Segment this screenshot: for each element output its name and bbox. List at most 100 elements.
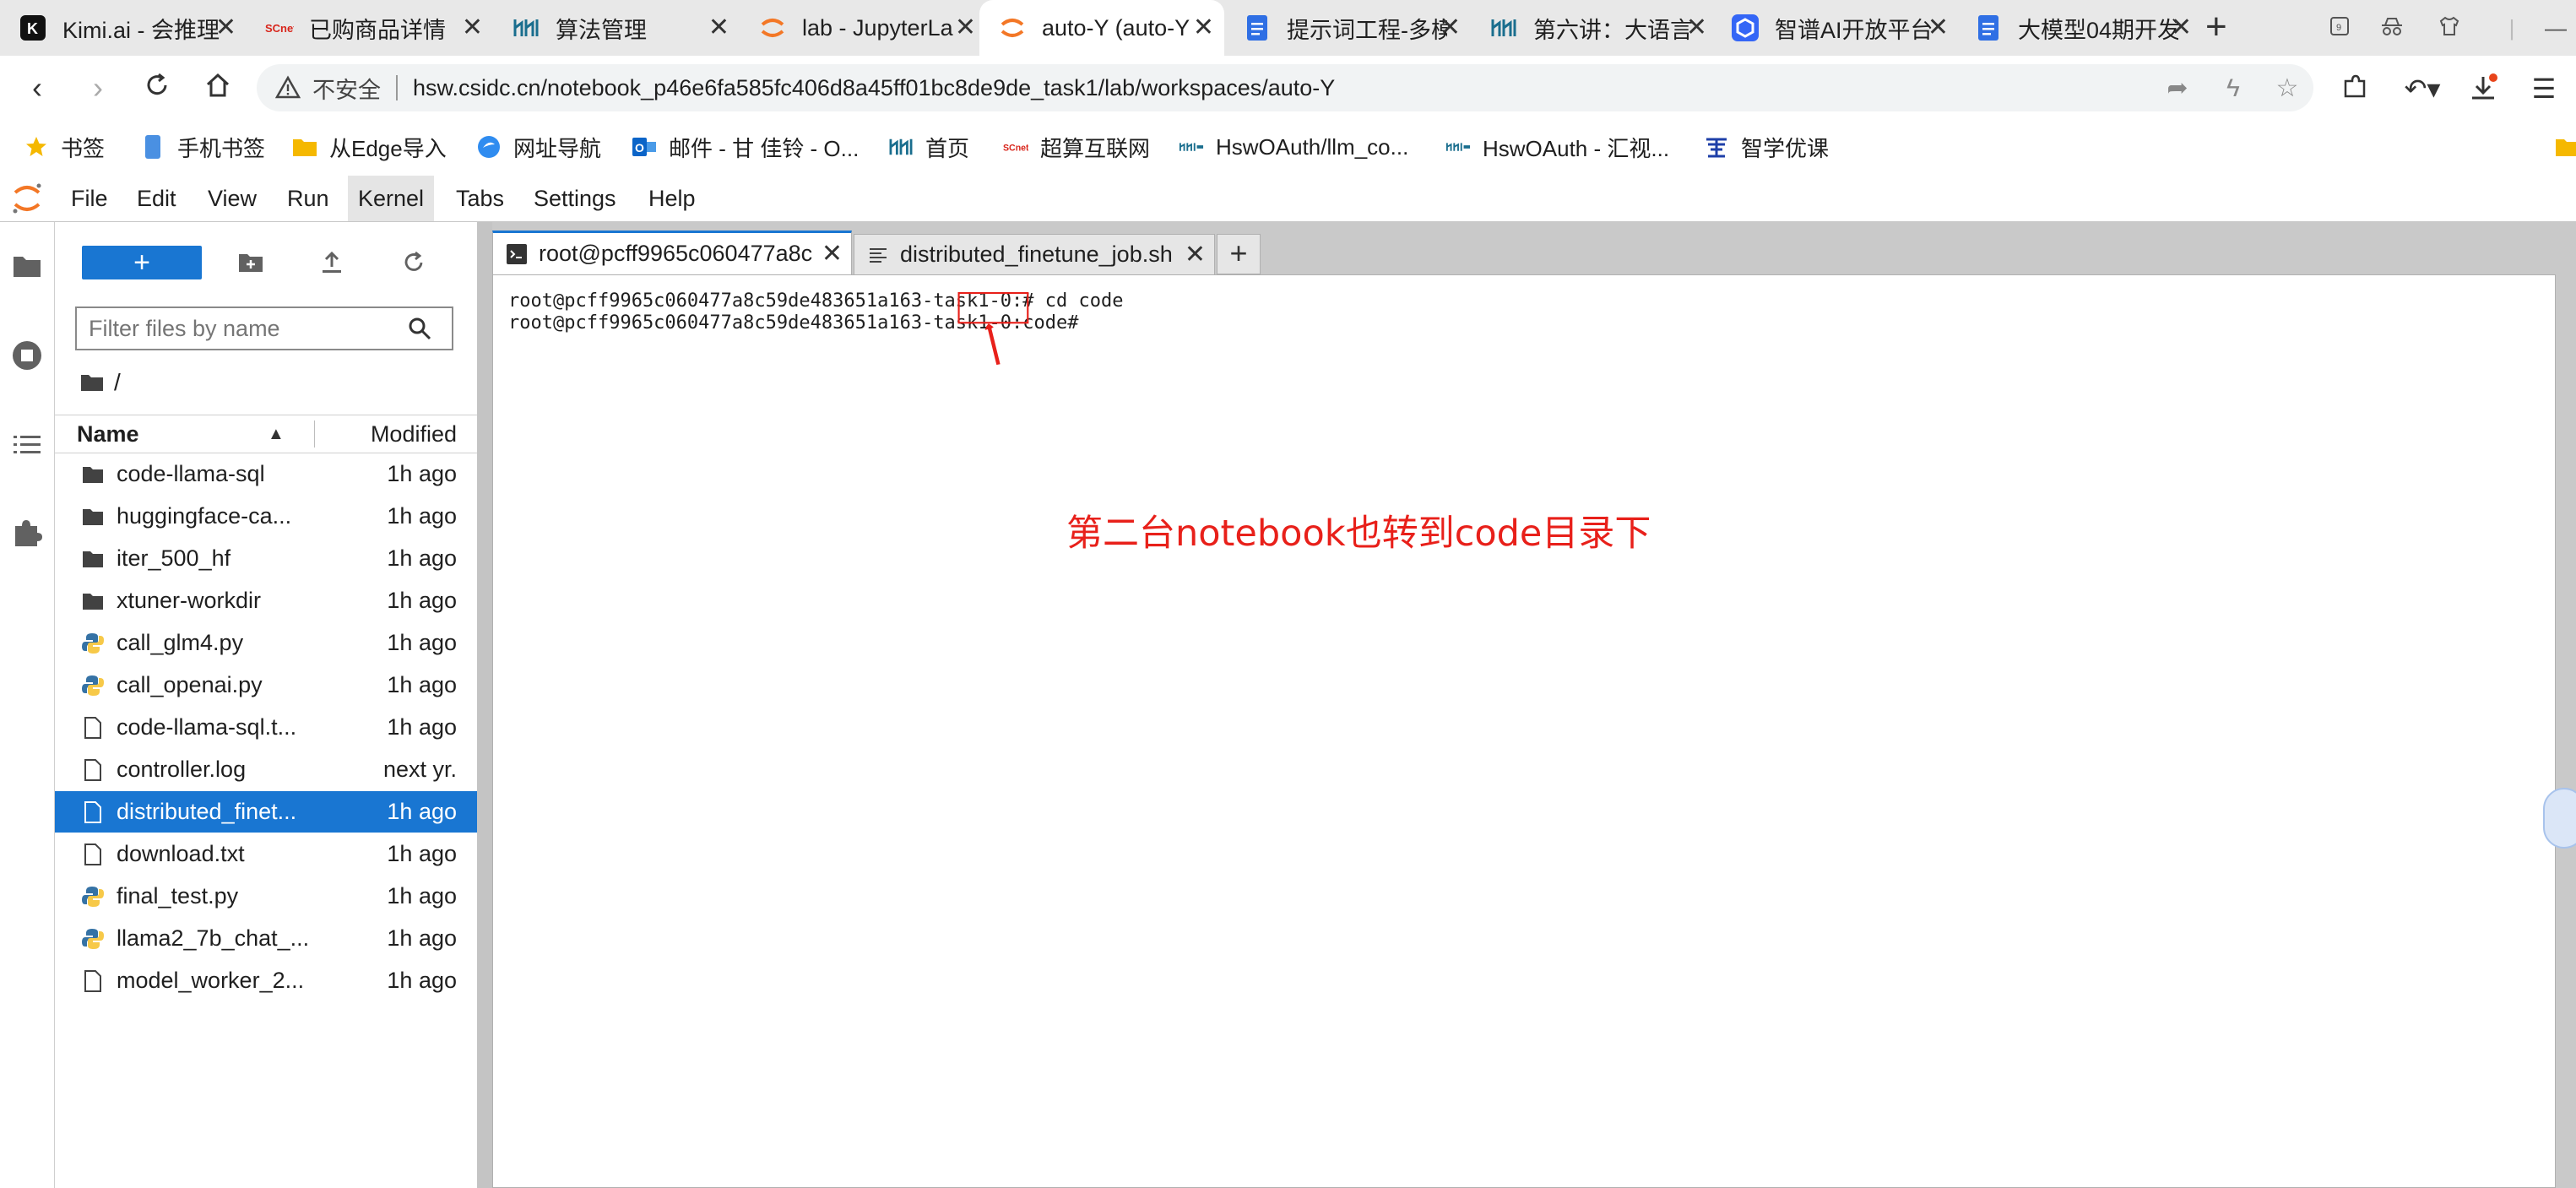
folder-icon — [82, 506, 104, 528]
tab-count-icon[interactable]: 9 — [2327, 15, 2352, 41]
column-name-header[interactable]: Name — [77, 415, 139, 453]
browser-tab-prompt[interactable]: 提示词工程-多模 ✕ — [1224, 0, 1471, 56]
close-icon[interactable]: ✕ — [215, 14, 236, 41]
address-bar[interactable]: 不安全 hsw.csidc.cn/notebook_p46e6fa585fc40… — [257, 64, 2313, 111]
bookmark-item[interactable]: HswOAuth/llm_co... — [1179, 130, 1408, 164]
close-icon[interactable]: ✕ — [1440, 14, 1461, 41]
browser-tab-lecture6[interactable]: 第六讲：大语言 ✕ — [1471, 0, 1717, 56]
close-icon[interactable]: ✕ — [1928, 14, 1949, 41]
sort-ascending-icon[interactable]: ▲ — [268, 415, 285, 453]
reload-icon[interactable] — [140, 71, 174, 105]
menu-settings[interactable]: Settings — [523, 176, 626, 221]
file-list-item[interactable]: xtuner-workdir 1h ago — [55, 580, 477, 621]
new-tab-button[interactable]: + — [2205, 8, 2227, 46]
search-icon[interactable] — [407, 316, 432, 341]
extensions-icon[interactable] — [2339, 73, 2371, 105]
incognito-icon[interactable] — [2379, 15, 2405, 41]
back-icon[interactable]: ‹ — [20, 71, 54, 105]
zhixue-icon — [1704, 134, 1729, 160]
warning-icon[interactable] — [274, 75, 301, 100]
edge-sidebar-handle[interactable] — [2543, 788, 2576, 849]
add-tab-button[interactable]: + — [1217, 234, 1261, 274]
close-icon[interactable]: ✕ — [822, 241, 843, 267]
more-bookmarks-folder-icon[interactable] — [2555, 130, 2576, 164]
bookmark-item[interactable]: 网址导航 — [476, 130, 601, 164]
menu-kernel[interactable]: Kernel — [348, 176, 435, 221]
bookmark-item[interactable]: HswOAuth - 汇视... — [1445, 130, 1669, 164]
file-list-item[interactable]: final_test.py 1h ago — [55, 876, 477, 917]
shirt-icon[interactable] — [2437, 15, 2462, 41]
file-list-item[interactable]: huggingface-ca... 1h ago — [55, 496, 477, 537]
scnet-icon: SCnet — [1003, 134, 1028, 160]
file-list-item[interactable]: distributed_finet... 1h ago — [55, 791, 477, 833]
bookmark-item[interactable]: 首页 — [888, 130, 969, 164]
terminal-view[interactable]: root@pcff9965c060477a8c59de483651a163-ta… — [492, 274, 2556, 1188]
file-list-item[interactable]: call_openai.py 1h ago — [55, 665, 477, 706]
new-launcher-button[interactable]: + — [82, 246, 202, 279]
bookmark-item[interactable]: 书签 — [24, 130, 105, 164]
file-list-item[interactable]: iter_500_hf 1h ago — [55, 538, 477, 579]
tab-distributed-finetune[interactable]: distributed_finetune_job.sh ✕ — [854, 234, 1215, 274]
menu-tabs[interactable]: Tabs — [446, 176, 514, 221]
menu-run[interactable]: Run — [277, 176, 339, 221]
filter-files-input[interactable] — [75, 306, 453, 350]
forward-icon[interactable]: › — [81, 71, 115, 105]
file-name: xtuner-workdir — [117, 588, 262, 613]
browser-tab-auto-y[interactable]: auto-Y (auto-Y ✕ — [979, 0, 1224, 56]
browser-tab-zhipu[interactable]: 智谱AI开放平台 ✕ — [1712, 0, 1959, 56]
close-icon[interactable]: ✕ — [1193, 14, 1214, 41]
file-list-item[interactable]: model_worker_2... 1h ago — [55, 960, 477, 1001]
file-list-item[interactable]: download.txt 1h ago — [55, 833, 477, 875]
upload-icon[interactable] — [315, 246, 349, 279]
url-text[interactable]: hsw.csidc.cn/notebook_p46e6fa585fc406d8a… — [413, 75, 1335, 101]
folder-icon[interactable] — [8, 247, 46, 285]
close-icon[interactable]: ✕ — [1686, 14, 1707, 41]
jupyter-logo-icon — [10, 181, 44, 216]
home-icon[interactable] — [201, 71, 235, 105]
tab-terminal-title: root@pcff9965c060477a8c — [539, 241, 813, 266]
close-icon[interactable]: ✕ — [462, 14, 483, 41]
bookmark-label: 首页 — [925, 135, 970, 161]
close-icon[interactable]: ✕ — [955, 14, 976, 41]
browser-tab-scnet[interactable]: SCnet 已购商品详情 ✕ — [247, 0, 493, 56]
menu-icon[interactable]: ☰ — [2528, 73, 2560, 105]
bookmark-item[interactable]: 从Edge导入 — [292, 130, 447, 164]
breadcrumb[interactable]: / — [80, 366, 121, 399]
panel-splitter[interactable] — [477, 222, 492, 1188]
bookmark-item[interactable]: 手机书签 — [140, 130, 265, 164]
browser-tab-jupyterlab[interactable]: lab - JupyterLa ✕ — [740, 0, 986, 56]
minimize-icon[interactable]: — — [2543, 15, 2568, 41]
bookmark-item[interactable]: 智学优课 — [1704, 130, 1829, 164]
menu-help[interactable]: Help — [638, 176, 706, 221]
bookmark-item[interactable]: SCnet 超算互联网 — [1003, 130, 1150, 164]
tab-terminal[interactable]: root@pcff9965c060477a8c ✕ — [492, 231, 852, 274]
file-list-item[interactable]: code-llama-sql.t... 1h ago — [55, 707, 477, 748]
menu-file[interactable]: File — [61, 176, 118, 221]
close-icon[interactable]: ✕ — [1185, 241, 1206, 268]
file-list-item[interactable]: code-llama-sql 1h ago — [55, 453, 477, 495]
browser-tab-algo[interactable]: 算法管理 ✕ — [493, 0, 740, 56]
file-name: iter_500_hf — [117, 545, 231, 571]
star-icon[interactable]: ☆ — [2273, 74, 2302, 103]
close-icon[interactable]: ✕ — [2171, 14, 2192, 41]
table-of-contents-icon[interactable] — [8, 426, 46, 464]
browser-tab-llm04[interactable]: 大模型04期开发 ✕ — [1955, 0, 2202, 56]
file-list-item[interactable]: controller.log next yr. — [55, 749, 477, 790]
lightning-icon[interactable]: ϟ — [2219, 74, 2248, 103]
menu-view[interactable]: View — [198, 176, 267, 221]
column-modified-header[interactable]: Modified — [371, 415, 457, 453]
extensions-puzzle-icon[interactable] — [8, 514, 46, 551]
file-list-item[interactable]: call_glm4.py 1h ago — [55, 622, 477, 664]
new-folder-icon[interactable] — [234, 246, 268, 279]
share-icon[interactable]: ➦ — [2163, 74, 2192, 103]
close-icon[interactable]: ✕ — [708, 14, 729, 41]
browser-tab-kimi[interactable]: K Kimi.ai - 会推理 ✕ — [0, 0, 247, 56]
download-icon[interactable] — [2467, 73, 2499, 105]
refresh-icon[interactable] — [397, 246, 431, 279]
running-sessions-icon[interactable] — [8, 337, 46, 374]
bookmark-item[interactable]: O 邮件 - 甘 佳铃 - O... — [632, 130, 859, 164]
breadcrumb-root[interactable]: / — [114, 369, 121, 396]
file-list-item[interactable]: llama2_7b_chat_... 1h ago — [55, 918, 477, 959]
menu-edit[interactable]: Edit — [127, 176, 187, 221]
undo-history-icon[interactable]: ↶▾ — [2400, 73, 2445, 105]
